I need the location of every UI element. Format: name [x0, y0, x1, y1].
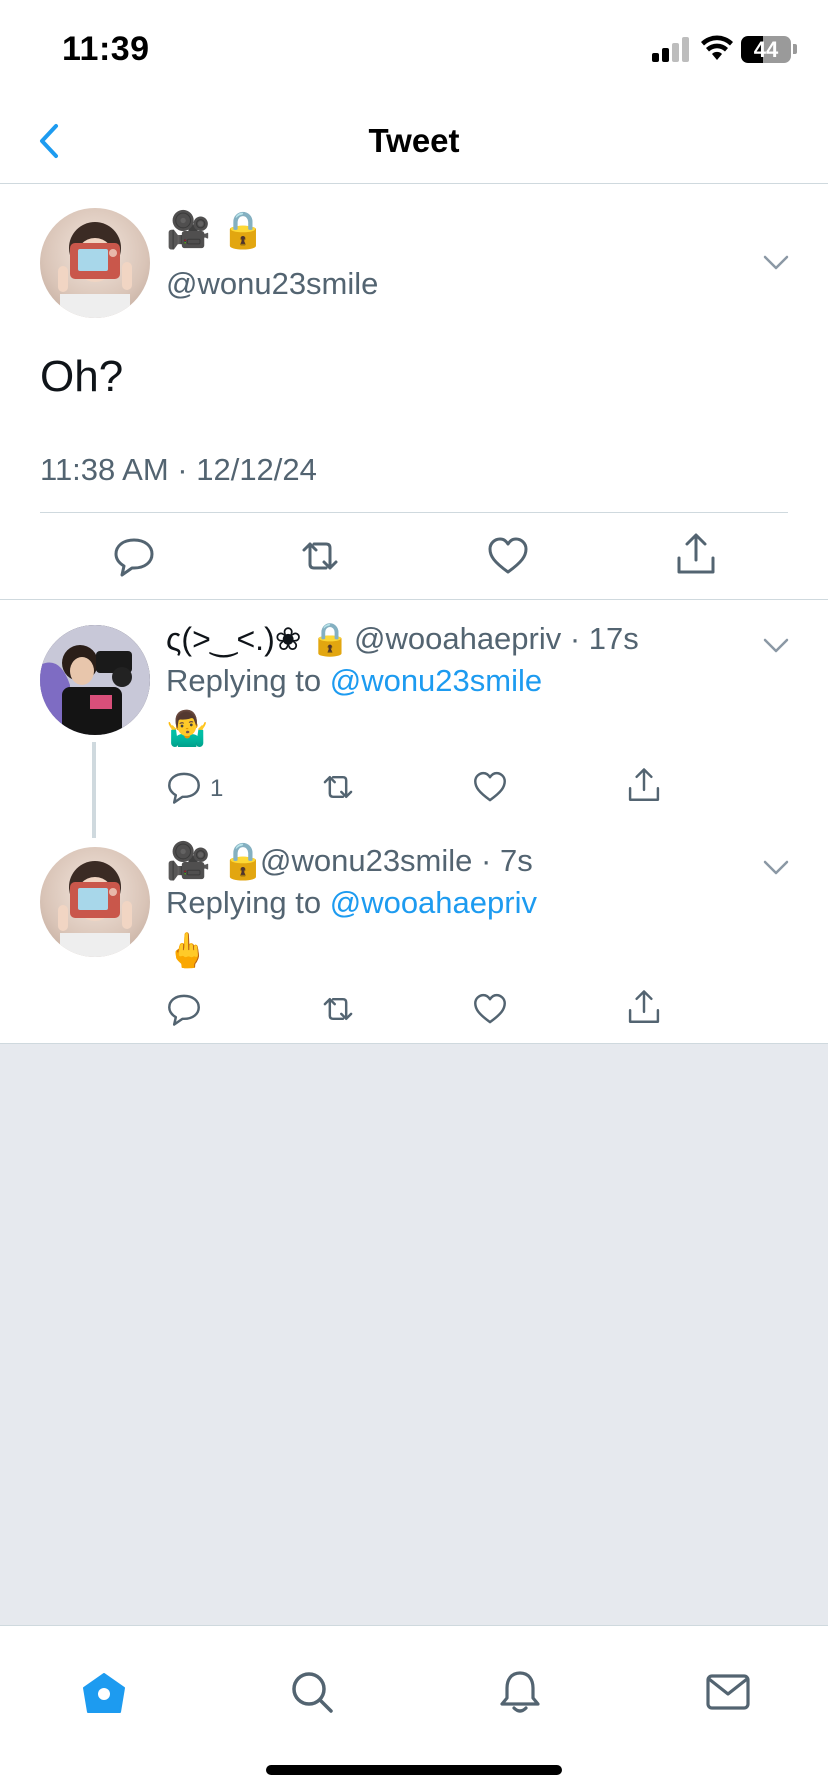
- battery-percent: 44: [753, 37, 779, 62]
- wifi-icon: [700, 34, 734, 62]
- reply-content: 🖕: [166, 932, 209, 970]
- replying-to: Replying to @wooahaepriv: [166, 885, 537, 921]
- battery-nub: [793, 44, 797, 54]
- tweet-timestamp[interactable]: 11:38 AM · 12/12/24: [40, 452, 317, 488]
- mention-link[interactable]: @wonu23smile: [330, 663, 542, 698]
- user-handle[interactable]: @wonu23smile: [166, 266, 378, 302]
- user-handle-time[interactable]: @wonu23smile · 7s: [260, 841, 533, 881]
- display-name[interactable]: ς(>‿<.)❀ 🔒: [166, 619, 350, 659]
- user-handle-time[interactable]: @wooahaepriv · 17s: [354, 619, 639, 659]
- main-tweet[interactable]: 🎥 🔒 @wonu23smile Oh? 11:38 AM · 12/12/24: [0, 184, 828, 600]
- share-icon[interactable]: [674, 532, 718, 576]
- home-indicator[interactable]: [266, 1765, 562, 1775]
- avatar[interactable]: [40, 208, 150, 318]
- home-icon[interactable]: [80, 1668, 128, 1716]
- status-time: 11:39: [62, 30, 150, 68]
- tweet-text: Oh?: [40, 352, 124, 401]
- avatar[interactable]: [40, 625, 150, 735]
- retweet-icon[interactable]: [298, 534, 342, 578]
- messages-icon[interactable]: [704, 1668, 752, 1716]
- reply-tweet[interactable]: ς(>‿<.)❀ 🔒 @wooahaepriv · 17s Replying t…: [0, 601, 828, 831]
- replying-prefix: Replying to: [166, 663, 330, 698]
- chevron-down-icon[interactable]: [762, 254, 790, 272]
- share-icon[interactable]: [626, 989, 662, 1025]
- reply-count: 1: [210, 775, 224, 802]
- empty-background: [0, 1043, 828, 1625]
- cellular-signal-icon: [652, 36, 692, 62]
- notifications-icon[interactable]: [496, 1668, 544, 1716]
- display-name[interactable]: 🎥 🔒: [166, 841, 266, 881]
- retweet-icon[interactable]: [320, 991, 356, 1027]
- status-bar: 11:39 44: [0, 0, 828, 100]
- chevron-down-icon[interactable]: [762, 637, 790, 655]
- reply-icon[interactable]: [112, 534, 156, 578]
- reply-icon[interactable]: [166, 991, 202, 1027]
- chevron-down-icon[interactable]: [762, 859, 790, 877]
- divider: [40, 512, 788, 513]
- replying-prefix: Replying to: [166, 885, 330, 920]
- like-icon[interactable]: [486, 534, 530, 578]
- display-name[interactable]: 🎥 🔒: [166, 210, 266, 250]
- like-icon[interactable]: [472, 769, 508, 805]
- replying-to: Replying to @wonu23smile: [166, 663, 542, 699]
- like-icon[interactable]: [472, 991, 508, 1027]
- search-icon[interactable]: [288, 1668, 336, 1716]
- retweet-icon[interactable]: [320, 769, 356, 805]
- share-icon[interactable]: [626, 767, 662, 803]
- reply-icon[interactable]: [166, 769, 202, 805]
- avatar[interactable]: [40, 847, 150, 957]
- reply-tweet[interactable]: 🎥 🔒 @wonu23smile · 7s Replying to @wooah…: [0, 823, 828, 1043]
- mention-link[interactable]: @wooahaepriv: [330, 885, 537, 920]
- page-title: Tweet: [368, 122, 460, 159]
- navbar: Tweet: [0, 100, 828, 184]
- reply-content: 🤷‍♂️: [166, 710, 209, 748]
- battery-icon: 44: [741, 36, 791, 63]
